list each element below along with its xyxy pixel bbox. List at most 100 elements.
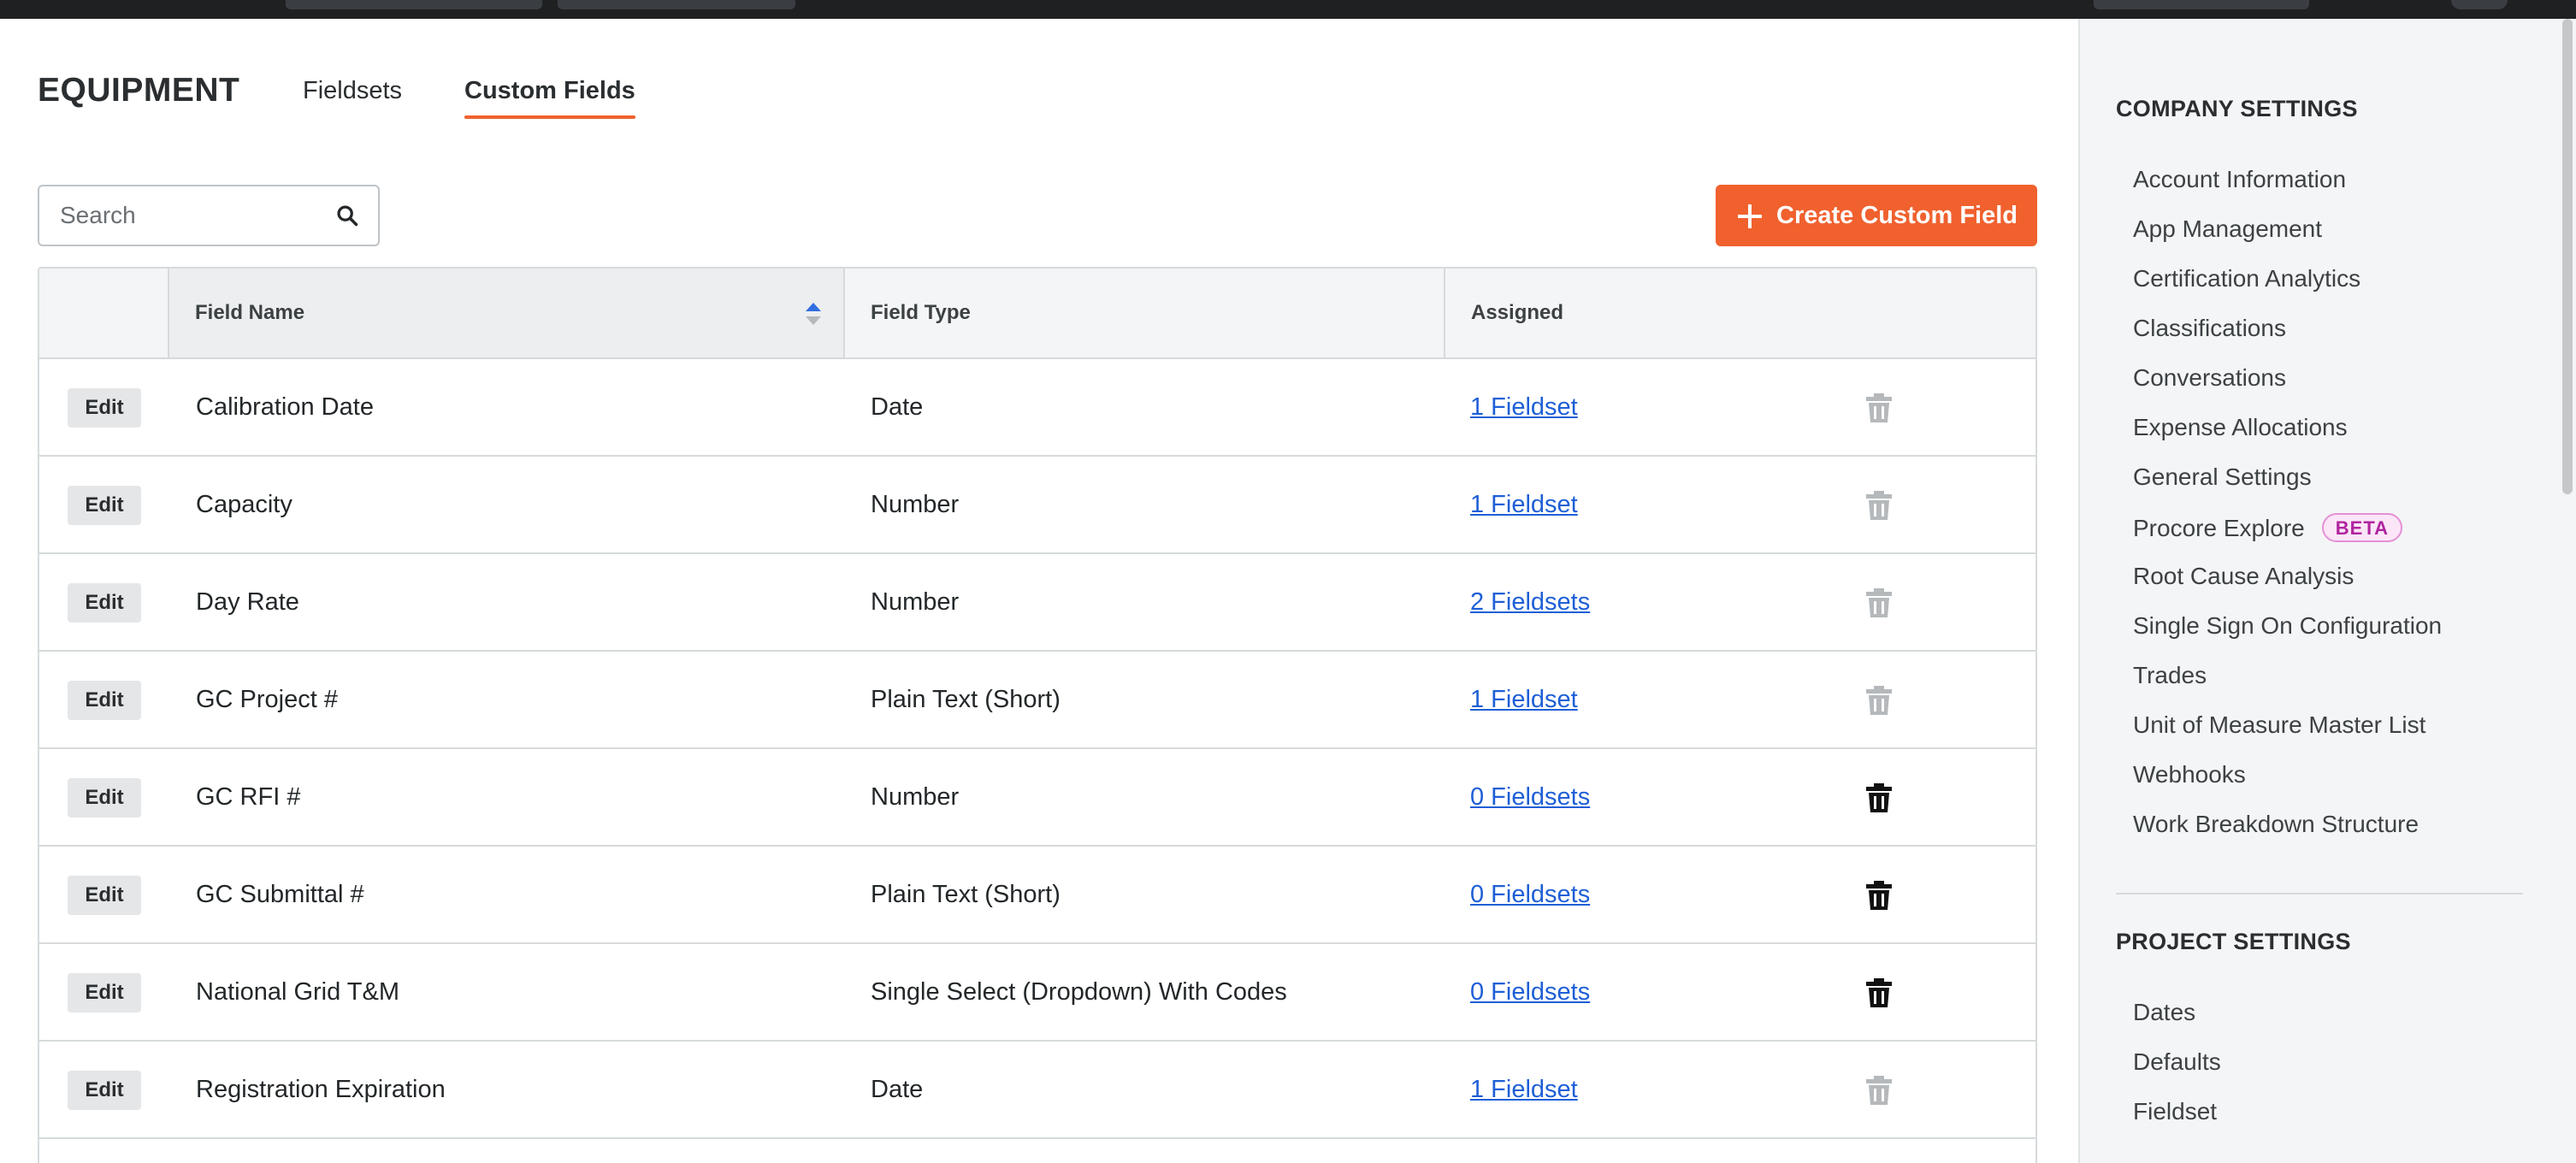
- sidebar-item-label: App Management: [2133, 215, 2322, 242]
- sidebar-item-work-breakdown-structure[interactable]: Work Breakdown Structure: [2133, 811, 2419, 838]
- sidebar-item-label: Account Information: [2133, 166, 2346, 192]
- table-row: Edit National Grid T&M Single Select (Drop…: [39, 944, 2035, 1042]
- edit-button[interactable]: Edit: [68, 876, 141, 915]
- sidebar-item-label: Single Sign On Configuration: [2133, 612, 2442, 639]
- company-settings-heading: COMPANY SETTINGS: [2116, 96, 2358, 122]
- assigned-fieldsets-link[interactable]: 1 Fieldset: [1470, 491, 1578, 518]
- sidebar-divider: [2116, 893, 2523, 894]
- trash-icon[interactable]: [1866, 978, 1892, 1007]
- custom-fields-table: Field Name Field Type Assigned Edit Calib…: [38, 267, 2037, 1163]
- assigned-fieldsets-link[interactable]: 1 Fieldset: [1470, 393, 1578, 421]
- assigned-fieldsets-link[interactable]: 0 Fieldsets: [1470, 881, 1590, 908]
- assigned-cell: 2 Fieldsets: [1470, 554, 1590, 650]
- trash-icon[interactable]: [1866, 881, 1892, 910]
- sidebar-item-label: Expense Allocations: [2133, 414, 2348, 440]
- field-type-cell: Number: [871, 749, 959, 845]
- field-type-cell: Date: [871, 359, 923, 455]
- sidebar-item-trades[interactable]: Trades: [2133, 662, 2207, 689]
- sidebar-item-webhooks[interactable]: Webhooks: [2133, 761, 2246, 788]
- assigned-cell: 1 Fieldset: [1470, 457, 1578, 552]
- assigned-fieldsets-link[interactable]: 0 Fieldsets: [1470, 978, 1590, 1006]
- edit-button[interactable]: Edit: [68, 1071, 141, 1110]
- apps-menu[interactable]: [2094, 0, 2309, 9]
- assigned-fieldsets-link[interactable]: 1 Fieldset: [1470, 1076, 1578, 1103]
- assigned-fieldsets-link[interactable]: 1 Fieldset: [1470, 686, 1578, 713]
- search-icon[interactable]: [335, 204, 359, 227]
- tool-selector[interactable]: [558, 0, 795, 9]
- project-selector[interactable]: [286, 0, 542, 9]
- assigned-fieldsets-link[interactable]: 2 Fieldsets: [1470, 588, 1590, 616]
- assigned-cell: 1 Fieldset: [1470, 652, 1578, 747]
- sidebar-item-app-management[interactable]: App Management: [2133, 215, 2322, 243]
- sidebar-item-label: Classifications: [2133, 315, 2286, 341]
- plus-icon: [1738, 204, 1762, 228]
- trash-icon[interactable]: [1866, 393, 1892, 422]
- settings-sidebar: COMPANY SETTINGS Account Information App …: [2078, 19, 2557, 1163]
- project-settings-heading: PROJECT SETTINGS: [2116, 929, 2351, 955]
- assigned-cell: 0 Fieldsets: [1470, 847, 1590, 942]
- table-header: Field Name Field Type Assigned: [39, 269, 2035, 359]
- sidebar-item-label: General Settings: [2133, 463, 2312, 490]
- edit-button[interactable]: Edit: [68, 486, 141, 525]
- tab-custom-fields[interactable]: Custom Fields: [464, 77, 635, 105]
- table-row: EditRegistration ExpirationDate1 Fieldse…: [39, 1042, 2035, 1139]
- create-button-label: Create Custom Field: [1776, 202, 2018, 230]
- page-title: EQUIPMENT: [38, 72, 239, 109]
- table-row: EditCapacityNumber1 Fieldset: [39, 457, 2035, 554]
- edit-button[interactable]: Edit: [68, 388, 141, 428]
- field-type-cell: Number: [871, 554, 959, 650]
- sidebar-item-label: Webhooks: [2133, 761, 2246, 788]
- edit-button[interactable]: Edit: [68, 778, 141, 818]
- assigned-cell: 0 Fieldsets: [1470, 749, 1590, 845]
- table-row: EditGC Project #Plain Text (Short)1 Fiel…: [39, 652, 2035, 749]
- sidebar-item-root-cause-analysis[interactable]: Root Cause Analysis: [2133, 563, 2354, 590]
- table-row: Edit GC RFI # Number 0 Fieldsets: [39, 749, 2035, 847]
- sidebar-item-dates[interactable]: Dates: [2133, 999, 2195, 1026]
- sidebar-item-general-settings[interactable]: General Settings: [2133, 463, 2312, 491]
- field-name-cell: GC Submittal #: [196, 847, 364, 942]
- trash-icon[interactable]: [1866, 491, 1892, 520]
- sidebar-item-expense-allocations[interactable]: Expense Allocations: [2133, 414, 2348, 441]
- sidebar-item-account-information[interactable]: Account Information: [2133, 166, 2346, 193]
- create-custom-field-button[interactable]: Create Custom Field: [1716, 185, 2037, 246]
- sidebar-item-classifications[interactable]: Classifications: [2133, 315, 2286, 342]
- field-type-cell: Single Select (Dropdown) With Codes: [871, 944, 1287, 1040]
- sidebar-item-label: Conversations: [2133, 364, 2286, 391]
- trash-icon[interactable]: [1866, 783, 1892, 812]
- field-type-cell: Number: [871, 457, 959, 552]
- top-nav-bar: [0, 0, 2576, 19]
- assigned-fieldsets-link[interactable]: 0 Fieldsets: [1470, 783, 1590, 811]
- assigned-cell: 0 Fieldsets: [1470, 944, 1590, 1040]
- avatar[interactable]: [2451, 0, 2508, 9]
- sidebar-item-single-sign-on-configuration[interactable]: Single Sign On Configuration: [2133, 612, 2442, 640]
- beta-badge: BETA: [2322, 513, 2402, 542]
- column-header-field-type[interactable]: Field Type: [871, 269, 971, 357]
- sidebar-item-certification-analytics[interactable]: Certification Analytics: [2133, 265, 2360, 292]
- sort-icon[interactable]: [804, 301, 823, 327]
- trash-icon[interactable]: [1866, 588, 1892, 617]
- column-header-field-name[interactable]: Field Name: [169, 269, 843, 357]
- field-name-cell: GC RFI #: [196, 749, 300, 845]
- tab-fieldsets[interactable]: Fieldsets: [303, 77, 402, 105]
- edit-button[interactable]: Edit: [68, 681, 141, 720]
- trash-icon[interactable]: [1866, 686, 1892, 715]
- trash-icon[interactable]: [1866, 1076, 1892, 1105]
- edit-button[interactable]: Edit: [68, 583, 141, 623]
- field-name-cell: Calibration Date: [196, 359, 374, 455]
- column-divider: [843, 269, 845, 357]
- sidebar-item-defaults[interactable]: Defaults: [2133, 1048, 2221, 1076]
- sidebar-item-label: Work Breakdown Structure: [2133, 811, 2419, 837]
- sidebar-item-procore-explore[interactable]: Procore Explore BETA: [2133, 513, 2402, 542]
- scrollbar-thumb[interactable]: [2562, 19, 2573, 494]
- table-row: Edit Calibration Date Date 1 Fieldset: [39, 359, 2035, 457]
- field-name-cell: National Grid T&M: [196, 944, 399, 1040]
- sidebar-item-label: Procore Explore: [2133, 515, 2305, 541]
- field-name-cell: Day Rate: [196, 554, 299, 650]
- sidebar-item-conversations[interactable]: Conversations: [2133, 364, 2286, 392]
- column-header-assigned[interactable]: Assigned: [1471, 269, 1563, 357]
- sidebar-item-fieldset[interactable]: Fieldset: [2133, 1098, 2217, 1125]
- edit-button[interactable]: Edit: [68, 973, 141, 1012]
- sidebar-item-unit-of-measure-master-list[interactable]: Unit of Measure Master List: [2133, 711, 2425, 739]
- column-header-label: Field Name: [195, 301, 304, 324]
- search-input[interactable]: [39, 186, 330, 245]
